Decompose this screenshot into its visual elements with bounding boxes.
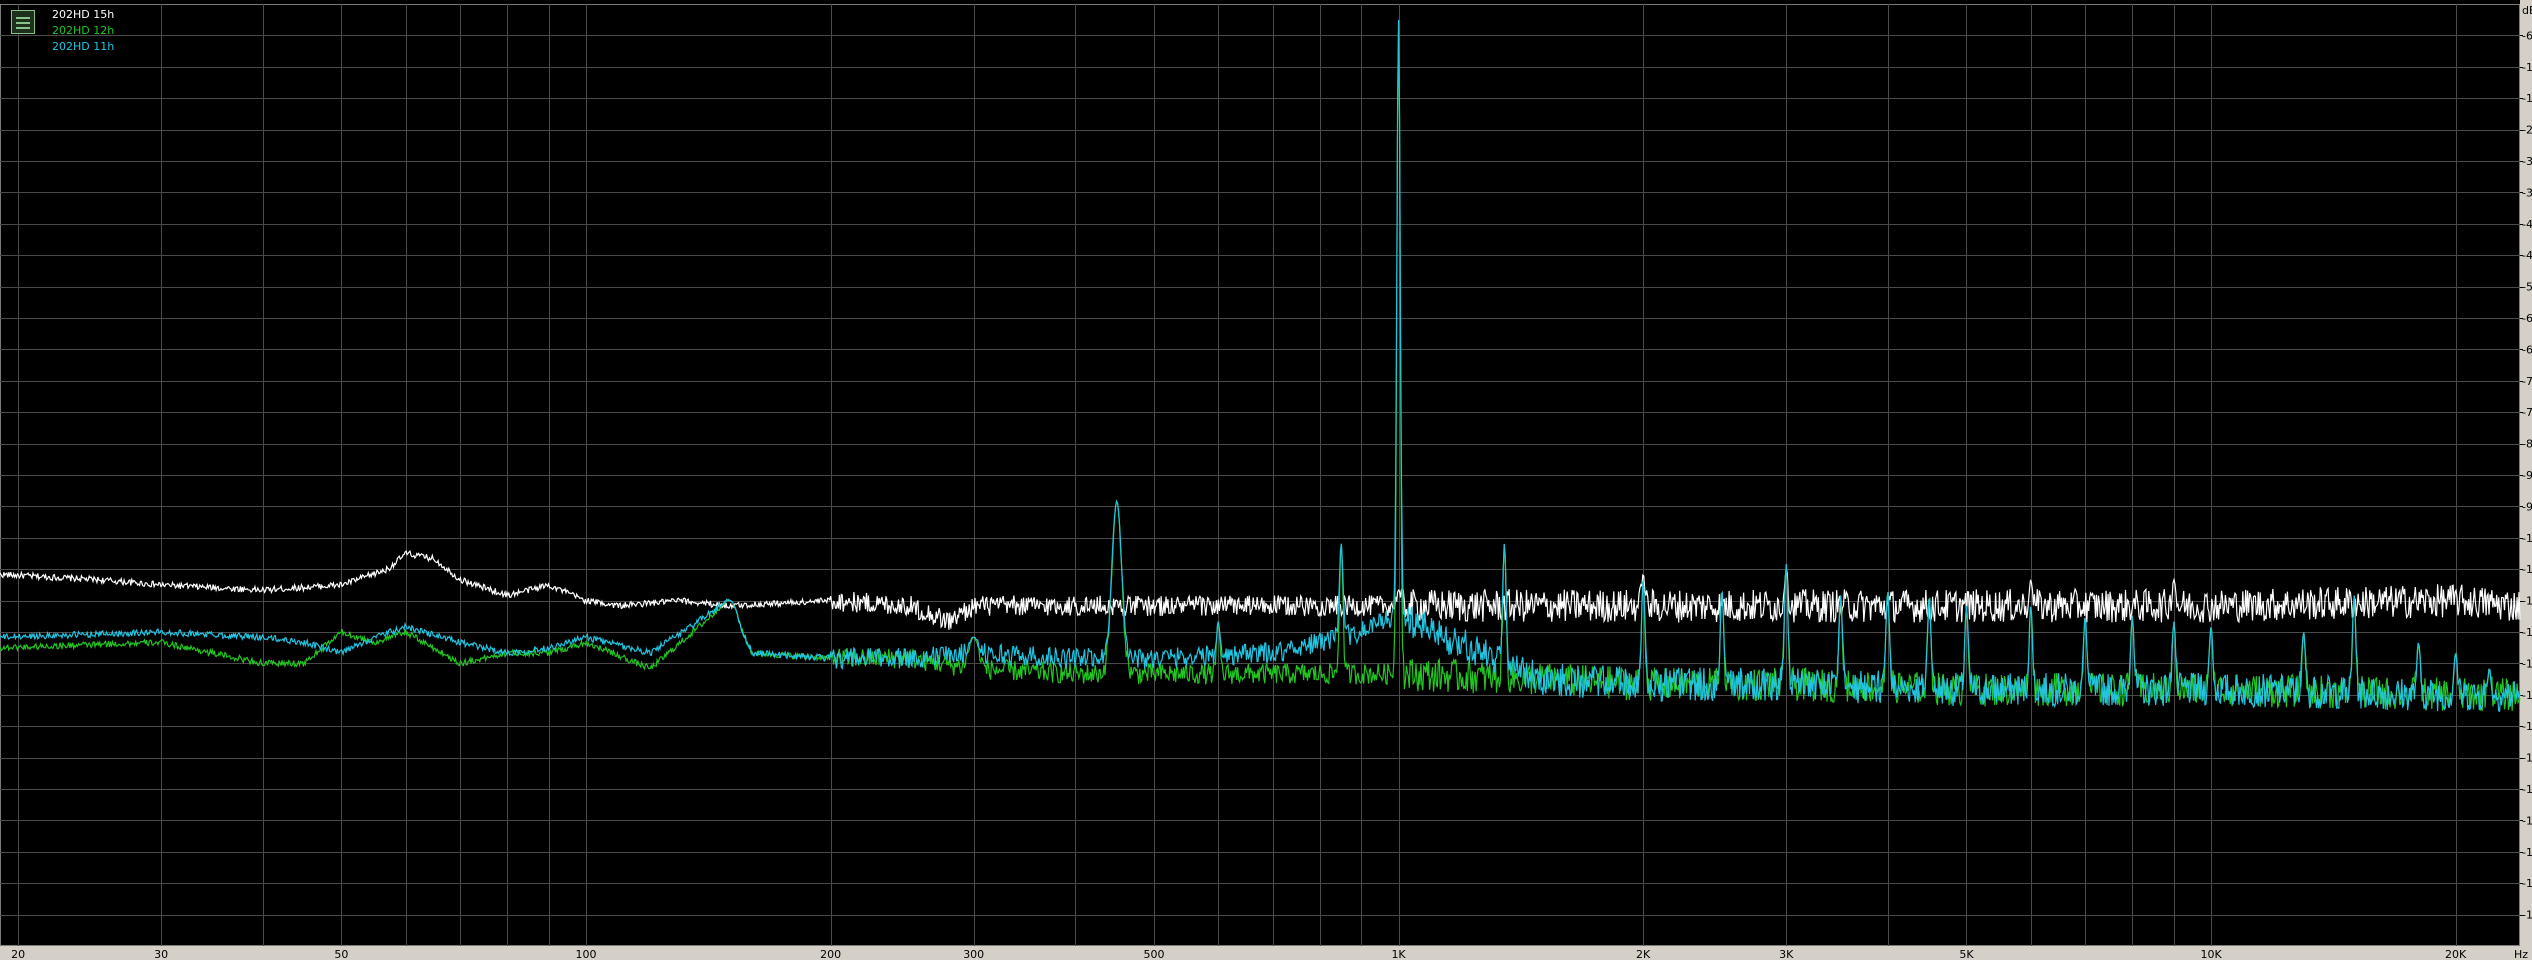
legend-item-12h[interactable]: 202HD 12h bbox=[52, 23, 114, 39]
y-tick-label: -36 bbox=[2522, 186, 2532, 199]
y-tick-label: -30 bbox=[2522, 155, 2532, 168]
y-tick-label: -156 bbox=[2522, 814, 2532, 827]
y-tick-label: -42 bbox=[2522, 218, 2532, 231]
y-tick-label: -78 bbox=[2522, 406, 2532, 419]
y-tick-label: -90 bbox=[2522, 469, 2532, 482]
x-tick-label: 20K bbox=[2445, 948, 2467, 960]
x-tick-label: 3K bbox=[1779, 948, 1794, 960]
y-tick-label: -24 bbox=[2522, 124, 2532, 137]
y-tick-label: -60 bbox=[2522, 312, 2532, 325]
y-tick-label: -48 bbox=[2522, 249, 2532, 262]
spectrum-plot: -6 -12 -18 -24 -30 -36 -42 -48 -54 -60 -66 -72 -78 -8… bbox=[0, 0, 2532, 960]
y-tick-labels: -6 -12 -18 -24 -30 -36 -42 -48 -54 -60 -66 -72 -78 -8… bbox=[2520, 29, 2532, 922]
legend-item-15h[interactable]: 202HD 15h bbox=[52, 7, 114, 23]
y-tick-label: -108 bbox=[2522, 563, 2532, 576]
y-tick-label: -132 bbox=[2522, 689, 2532, 702]
y-tick-label: -162 bbox=[2522, 846, 2532, 859]
x-tick-label: 20 bbox=[11, 948, 25, 960]
menu-icon[interactable] bbox=[11, 10, 35, 34]
y-tick-label: -168 bbox=[2522, 877, 2532, 890]
y-tick-label: -114 bbox=[2522, 595, 2532, 608]
y-tick-label: -72 bbox=[2522, 375, 2532, 388]
y-tick-label: -102 bbox=[2522, 532, 2532, 545]
y-tick-label: -18 bbox=[2522, 92, 2532, 105]
x-tick-label: 10K bbox=[2200, 948, 2222, 960]
x-axis-strip bbox=[0, 946, 2532, 960]
y-tick-label: -96 bbox=[2522, 500, 2532, 513]
y-tick-label: -174 bbox=[2522, 909, 2532, 922]
x-tick-label: 1K bbox=[1391, 948, 1406, 960]
x-tick-label: 2K bbox=[1636, 948, 1651, 960]
y-tick-label: -120 bbox=[2522, 626, 2532, 639]
y-tick-label: -150 bbox=[2522, 783, 2532, 796]
x-tick-label: 5K bbox=[1959, 948, 1974, 960]
x-tick-label: 50 bbox=[334, 948, 348, 960]
x-tick-label: 300 bbox=[963, 948, 984, 960]
y-tick-label: -138 bbox=[2522, 720, 2532, 733]
plot-background bbox=[0, 0, 2532, 960]
x-tick-label: 500 bbox=[1143, 948, 1164, 960]
x-unit-label: Hz bbox=[2514, 948, 2528, 960]
y-tick-label: -144 bbox=[2522, 752, 2532, 765]
x-tick-label: 30 bbox=[154, 948, 168, 960]
x-tick-label: 100 bbox=[576, 948, 597, 960]
y-tick-label: -84 bbox=[2522, 438, 2532, 451]
legend-item-11h[interactable]: 202HD 11h bbox=[52, 39, 114, 55]
x-tick-label: 200 bbox=[820, 948, 841, 960]
y-tick-label: -6 bbox=[2522, 29, 2532, 42]
spectrum-window: -6 -12 -18 -24 -30 -36 -42 -48 -54 -60 -66 -72 -78 -8… bbox=[0, 0, 2532, 960]
y-tick-label: -66 bbox=[2522, 343, 2532, 356]
y-unit-label: dB bbox=[2522, 4, 2532, 17]
y-tick-label: -54 bbox=[2522, 281, 2532, 294]
y-tick-label: -12 bbox=[2522, 61, 2532, 74]
legend: 202HD 15h 202HD 12h 202HD 11h bbox=[52, 7, 114, 55]
y-tick-label: -126 bbox=[2522, 657, 2532, 670]
